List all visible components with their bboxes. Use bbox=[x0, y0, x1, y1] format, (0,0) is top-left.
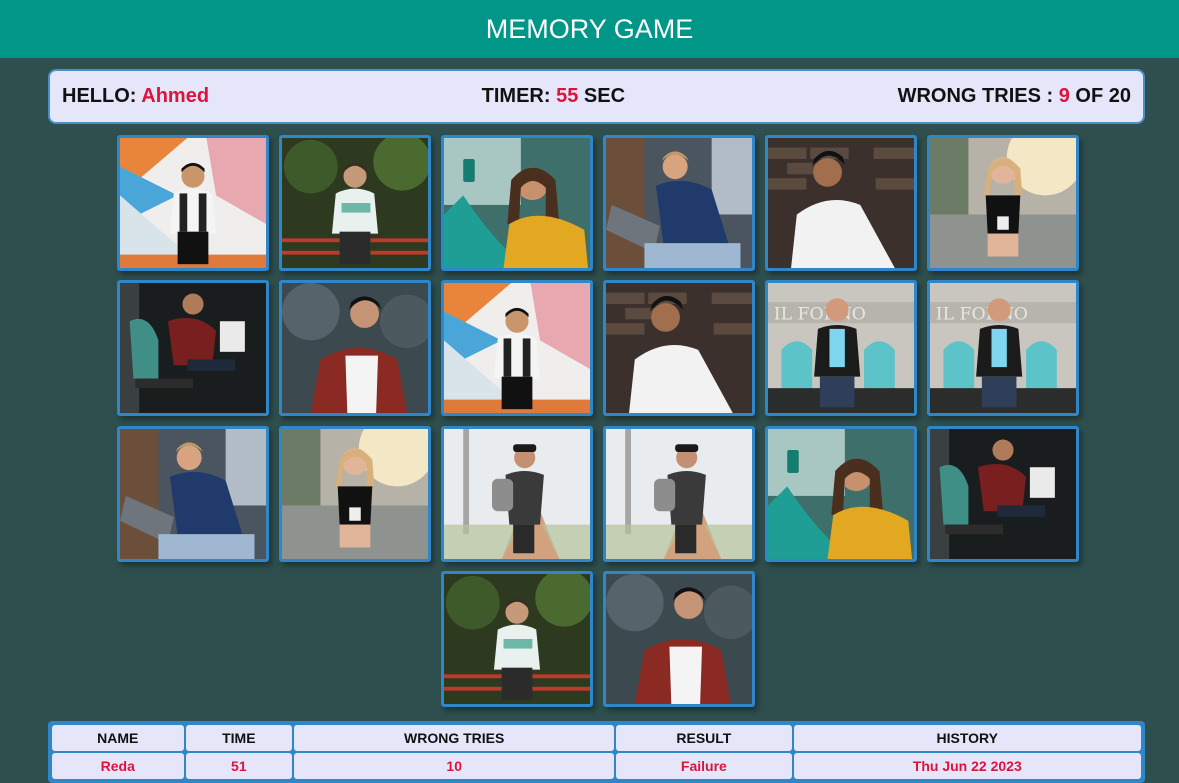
result-time-cell: 51 bbox=[185, 753, 293, 779]
card-photo bbox=[282, 283, 428, 413]
hello-label: HELLO: bbox=[62, 85, 137, 107]
card-photo: IL FORNO bbox=[930, 283, 1076, 413]
memory-card[interactable] bbox=[441, 571, 593, 707]
results-header-wrong-tries: WRONG TRIES bbox=[294, 725, 615, 751]
memory-card[interactable] bbox=[765, 135, 917, 271]
wrong-tries: WRONG TRIES : 9 OF 20 bbox=[898, 85, 1131, 108]
card-photo bbox=[768, 429, 914, 559]
results-header-time: TIME bbox=[185, 725, 293, 751]
card-photo: IL FORNO bbox=[768, 283, 914, 413]
memory-card[interactable] bbox=[603, 135, 755, 271]
timer-label: TIMER: bbox=[481, 85, 551, 107]
card-photo bbox=[930, 138, 1076, 268]
result-name-cell: Reda bbox=[52, 753, 184, 779]
player-greeting: HELLO: Ahmed bbox=[62, 85, 209, 108]
card-photo bbox=[444, 429, 590, 559]
memory-card[interactable]: IL FORNO bbox=[927, 280, 1079, 416]
game-status-bar: HELLO: Ahmed TIMER: 55 SEC WRONG TRIES :… bbox=[48, 69, 1145, 124]
results-header-row: NAME TIME WRONG TRIES RESULT HISTORY bbox=[52, 725, 1141, 751]
card-photo bbox=[120, 429, 266, 559]
memory-card[interactable] bbox=[927, 426, 1079, 562]
timer-unit: SEC bbox=[583, 85, 626, 107]
memory-card[interactable] bbox=[441, 135, 593, 271]
card-photo bbox=[606, 138, 752, 268]
memory-card[interactable] bbox=[927, 135, 1079, 271]
wrong-tries-value: 9 bbox=[1058, 85, 1070, 107]
memory-card[interactable] bbox=[279, 280, 431, 416]
svg-text:IL FORNO: IL FORNO bbox=[774, 304, 866, 324]
card-photo bbox=[282, 138, 428, 268]
card-photo bbox=[606, 574, 752, 704]
card-photo bbox=[444, 283, 590, 413]
card-photo bbox=[120, 138, 266, 268]
card-photo bbox=[606, 283, 752, 413]
wrong-tries-max: OF 20 bbox=[1075, 85, 1131, 107]
result-status-cell: Failure bbox=[616, 753, 792, 779]
memory-card[interactable] bbox=[765, 426, 917, 562]
game-title: MEMORY GAME bbox=[485, 13, 694, 44]
card-photo bbox=[282, 429, 428, 559]
timer: TIMER: 55 SEC bbox=[482, 85, 625, 108]
wrong-tries-label: WRONG TRIES : bbox=[897, 85, 1054, 107]
card-photo bbox=[768, 138, 914, 268]
game-title-bar: MEMORY GAME bbox=[0, 0, 1179, 58]
memory-card[interactable] bbox=[279, 426, 431, 562]
memory-card[interactable] bbox=[117, 280, 269, 416]
memory-card[interactable]: IL FORNO bbox=[765, 280, 917, 416]
player-name: Ahmed bbox=[141, 85, 210, 107]
result-wrong-tries-cell: 10 bbox=[294, 753, 615, 779]
results-header-result: RESULT bbox=[616, 725, 792, 751]
memory-card[interactable] bbox=[441, 426, 593, 562]
memory-card[interactable] bbox=[117, 135, 269, 271]
svg-text:IL FORNO: IL FORNO bbox=[936, 304, 1028, 324]
results-table: NAME TIME WRONG TRIES RESULT HISTORY Red… bbox=[48, 721, 1145, 783]
card-photo bbox=[930, 429, 1076, 559]
memory-card[interactable] bbox=[441, 280, 593, 416]
timer-value: 55 bbox=[556, 85, 579, 107]
results-header-name: NAME bbox=[52, 725, 184, 751]
memory-card[interactable] bbox=[603, 571, 755, 707]
card-photo bbox=[606, 429, 752, 559]
memory-card[interactable] bbox=[117, 426, 269, 562]
table-row: Reda 51 10 Failure Thu Jun 22 2023 bbox=[52, 753, 1141, 779]
memory-card[interactable] bbox=[603, 280, 755, 416]
results-header-history: HISTORY bbox=[793, 725, 1141, 751]
card-photo bbox=[444, 574, 590, 704]
result-history-cell: Thu Jun 22 2023 bbox=[793, 753, 1141, 779]
card-photo bbox=[444, 138, 590, 268]
card-photo bbox=[120, 283, 266, 413]
memory-card[interactable] bbox=[279, 135, 431, 271]
memory-card[interactable] bbox=[603, 426, 755, 562]
